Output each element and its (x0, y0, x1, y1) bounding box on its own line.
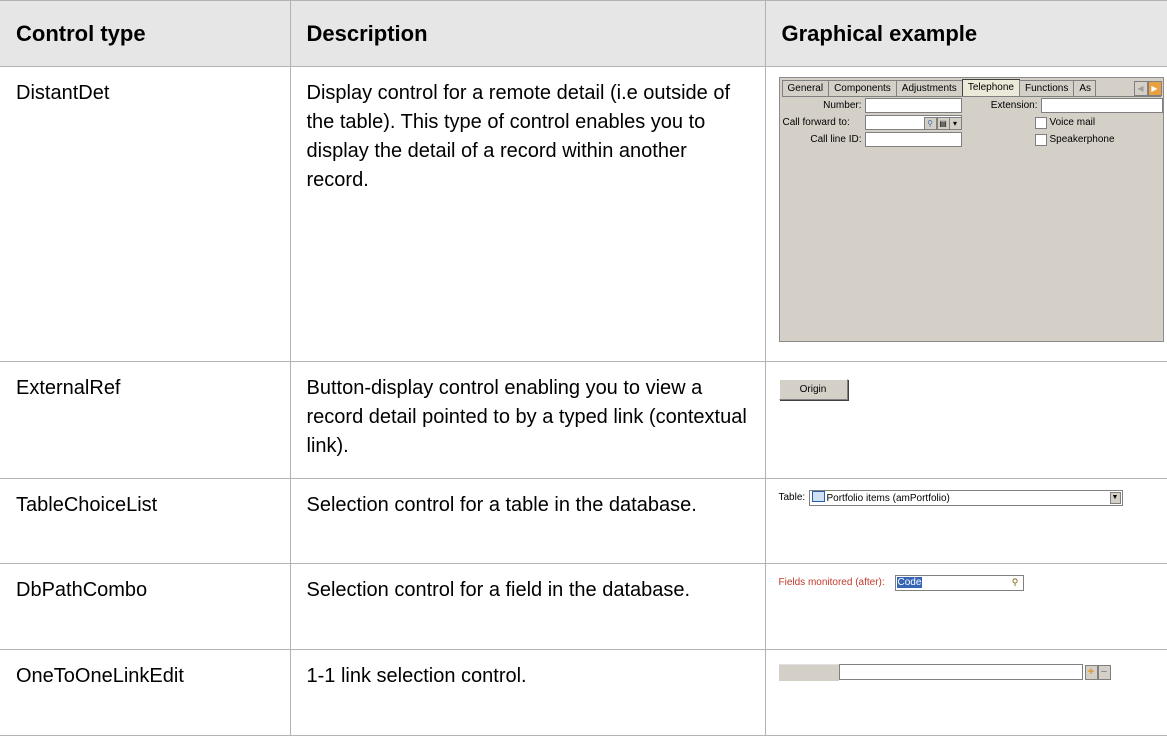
control-type-cell: TableChoiceList (0, 478, 291, 564)
table-choice-list-example: Table: Portfolio items (amPortfolio) ▼ (779, 489, 1164, 511)
table-icon (811, 491, 825, 502)
voice-mail-checkbox[interactable] (1034, 117, 1047, 129)
remove-icon[interactable]: − (1097, 665, 1111, 680)
search-icon[interactable]: ⚲ (1010, 577, 1021, 588)
one-to-one-link-example: + − (778, 660, 1164, 682)
fields-monitored-label: Fields monitored (after): (778, 577, 885, 588)
table-header-row: Control type Description Graphical examp… (0, 0, 1167, 67)
call-forward-field[interactable]: ⚲ ▤ ▾ (864, 115, 962, 130)
db-path-combo-example: Fields monitored (after): Code ⚲ (779, 574, 1164, 596)
dropdown-arrow-icon[interactable]: ▾ (948, 117, 962, 130)
header-description: Description (289, 0, 766, 67)
control-type-cell: OneToOneLinkEdit (0, 649, 291, 736)
table-label: Table: (778, 492, 806, 503)
extension-field[interactable] (1040, 98, 1163, 113)
control-type-cell: ExternalRef (0, 361, 291, 479)
graphical-example-cell: + − (764, 649, 1167, 736)
tab-adjustments[interactable]: Adjustments (895, 80, 963, 96)
graphical-example-cell: Table: Portfolio items (amPortfolio) ▼ (764, 478, 1167, 564)
tab-divider (781, 96, 1161, 97)
tab-scroll-left-icon[interactable]: ◀ (1133, 81, 1148, 96)
tab-assets[interactable]: As (1073, 80, 1097, 96)
header-control-type: Control type (0, 0, 291, 67)
table-row: OneToOneLinkEdit 1-1 link selection cont… (0, 649, 1167, 736)
link-label-area (778, 664, 839, 681)
call-line-field[interactable] (864, 132, 962, 147)
speakerphone-checkbox[interactable] (1034, 134, 1047, 146)
number-label: Number: (823, 100, 862, 111)
description-cell: 1-1 link selection control. (289, 649, 766, 736)
add-icon[interactable]: + (1084, 665, 1098, 680)
tab-components[interactable]: Components (828, 80, 897, 96)
tab-strip: General Components Adjustments Telephone… (781, 79, 1097, 97)
description-cell: Button-display control enabling you to v… (289, 361, 766, 479)
header-graphical-example: Graphical example (764, 0, 1167, 67)
fields-monitored-field[interactable]: Code ⚲ (894, 575, 1024, 591)
table-select[interactable]: Portfolio items (amPortfolio) ▼ (808, 490, 1123, 506)
graphical-example-cell: Fields monitored (after): Code ⚲ (764, 563, 1167, 650)
description-cell: Display control for a remote detail (i.e… (289, 66, 766, 362)
control-type-cell: DbPathCombo (0, 563, 291, 650)
table-row: DistantDet Display control for a remote … (0, 66, 1167, 362)
tab-scroll-right-icon[interactable]: ▶ (1147, 81, 1162, 96)
link-field[interactable] (838, 664, 1083, 680)
description-cell: Selection control for a table in the dat… (289, 478, 766, 564)
table-select-value: Portfolio items (amPortfolio) (826, 493, 950, 504)
voice-mail-label: Voice mail (1049, 117, 1096, 128)
tab-telephone[interactable]: Telephone (961, 79, 1020, 96)
tab-functions[interactable]: Functions (1018, 80, 1075, 96)
number-field[interactable] (864, 98, 962, 113)
description-cell: Selection control for a field in the dat… (289, 563, 766, 650)
table-row: DbPathCombo Selection control for a fiel… (0, 563, 1167, 650)
controls-table: Control type Description Graphical examp… (0, 0, 1167, 736)
table-row: ExternalRef Button-display control enabl… (0, 361, 1167, 479)
extension-label: Extension: (990, 100, 1038, 111)
distantdet-example: General Components Adjustments Telephone… (778, 77, 1164, 342)
search-icon[interactable]: ⚲ (923, 117, 937, 130)
origin-button[interactable]: Origin (778, 379, 848, 400)
call-line-label: Call line ID: (810, 134, 862, 145)
graphical-example-cell: General Components Adjustments Telephone… (764, 66, 1167, 362)
fields-monitored-value: Code (896, 577, 923, 588)
call-forward-label: Call forward to: (782, 117, 850, 128)
table-row: TableChoiceList Selection control for a … (0, 478, 1167, 564)
graphical-example-cell: Origin (764, 361, 1167, 479)
control-type-cell: DistantDet (0, 66, 291, 362)
dropdown-arrow-icon[interactable]: ▼ (1109, 492, 1121, 504)
tab-general[interactable]: General (781, 80, 830, 96)
speakerphone-label: Speakerphone (1049, 134, 1115, 145)
